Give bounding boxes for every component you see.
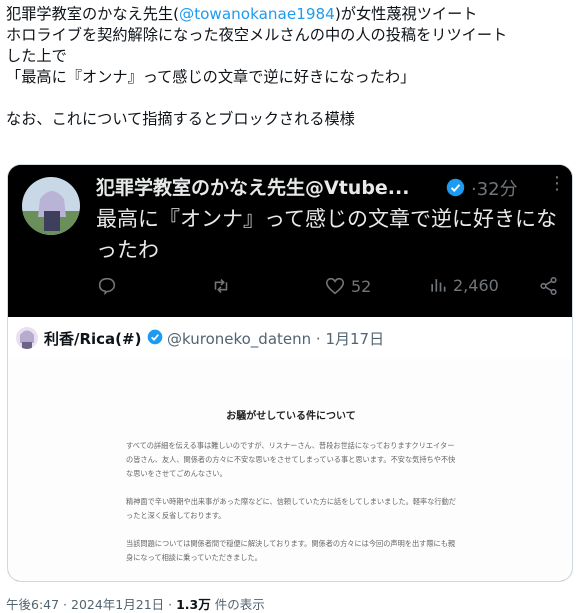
notice-image: お騒がせしている件について すべての詳細を伝える事は難しいのですが、リスナーさん…: [8, 359, 572, 581]
tweet-text: 犯罪学教室のかなえ先生(@towanokanae1984)が女性蔑視ツイート ホ…: [6, 4, 578, 130]
quoted-tweet-body: 最高に『オンナ』って感じの文章で逆に好きになったわ: [96, 207, 557, 262]
views-icon: [428, 275, 448, 295]
reply-icon[interactable]: [96, 275, 118, 297]
avatar: [22, 177, 80, 235]
tweet-meta: 午後6:47 · 2024年1月21日 · 1.3万 件の表示: [6, 594, 265, 613]
notice-paragraph: 当該問題については関係者間で穏便に解決しております。関係者の方々には今回の声明を…: [126, 539, 456, 562]
views-label: 件の表示: [210, 597, 265, 612]
avatar: [16, 327, 38, 349]
mention-link[interactable]: @towanokanae1984: [179, 5, 335, 23]
tweet-line: した上で: [6, 47, 67, 65]
like-count: 52: [351, 276, 372, 296]
quoted-author-name[interactable]: 利香/Rica(#): [44, 328, 141, 349]
notice-paragraph: すべての詳細を伝える事は難しいのですが、リスナーさん、普段お世話になっております…: [126, 441, 456, 478]
tweet-line: ホロライブを契約解除になった夜空メルさんの中の人の投稿をリツイート: [6, 26, 508, 44]
tweet-text-segment: )が女性蔑視ツイート: [334, 5, 478, 23]
quoted-tweet-dark: 犯罪学教室のかなえ先生@Vtube... ·32分 ⋮ 最高に『オンナ』って感じ…: [8, 165, 572, 317]
timestamp: ·32分: [471, 179, 518, 200]
retweet-icon[interactable]: [210, 275, 232, 297]
like-button[interactable]: 52: [324, 275, 371, 297]
share-icon[interactable]: [538, 275, 560, 297]
heart-icon: [324, 275, 346, 297]
views-count: 2,460: [453, 275, 499, 295]
verified-icon: [446, 178, 465, 197]
notice-title: お騒がせしている件について: [226, 411, 356, 422]
action-bar: 52 2,460: [8, 275, 572, 303]
tweet-line: 「最高に『オンナ』って感じの文章で逆に好きになったわ」: [6, 68, 416, 86]
views-button[interactable]: 2,460: [428, 275, 499, 295]
quoted-author-handle[interactable]: @kuroneko_datenn · 1月17日: [167, 328, 384, 349]
views-count: 1.3万: [176, 597, 211, 612]
attached-image[interactable]: 犯罪学教室のかなえ先生@Vtube... ·32分 ⋮ 最高に『オンナ』って感じ…: [7, 164, 573, 582]
more-icon[interactable]: ⋮: [548, 173, 566, 194]
tweet-line: 犯罪学教室のかなえ先生(@towanokanae1984)が女性蔑視ツイート: [6, 4, 578, 25]
notice-paragraph: 精神面で辛い時期や出来事があった際などに、信頼していた方に話をしてしまいました。…: [126, 497, 456, 520]
quoted-author-name[interactable]: 犯罪学教室のかなえ先生@Vtube...: [96, 173, 409, 200]
quoted-tweet-light: 利香/Rica(#) @kuroneko_datenn · 1月17日 お騒がせ…: [8, 317, 572, 581]
timestamp[interactable]: 午後6:47 · 2024年1月21日 ·: [6, 597, 176, 612]
verified-icon: [147, 329, 163, 345]
tweet-line: なお、これについて指摘するとブロックされる模様: [6, 110, 355, 128]
tweet-text-segment: 犯罪学教室のかなえ先生(: [6, 5, 179, 23]
